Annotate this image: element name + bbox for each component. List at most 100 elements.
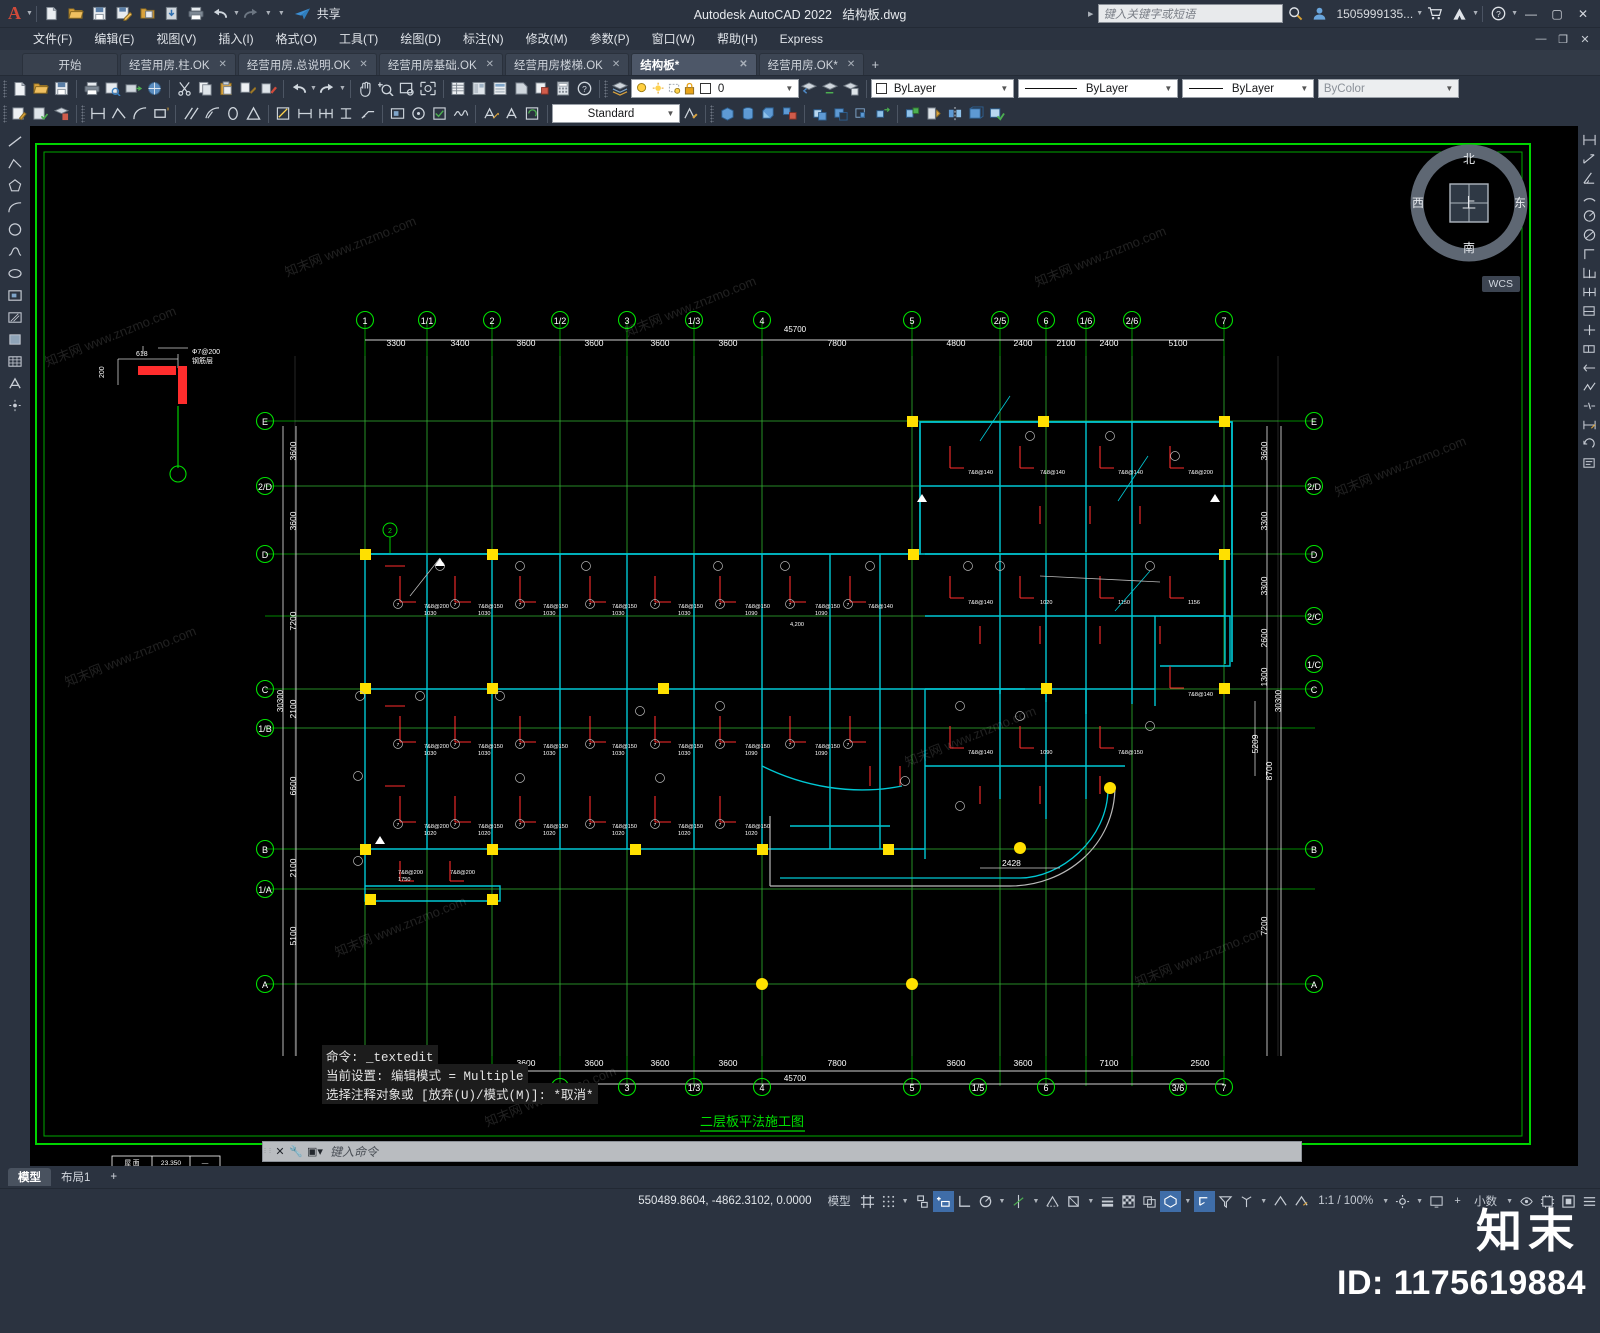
define-attribute-icon[interactable] [51, 103, 72, 124]
pan-icon[interactable] [355, 78, 376, 99]
file-tab-louti[interactable]: 经营用房楼梯.OK ✕ [505, 53, 630, 75]
osnap-caret-icon[interactable]: ▼ [1084, 1198, 1097, 1205]
layer-make-current-icon[interactable] [820, 78, 841, 99]
purge-icon[interactable] [258, 78, 279, 99]
3dprint-icon[interactable] [144, 78, 165, 99]
publish-icon[interactable] [123, 78, 144, 99]
minimize-button[interactable]: — [1518, 4, 1544, 24]
zoom-previous-icon[interactable] [397, 78, 418, 99]
line-rail-icon[interactable] [4, 130, 26, 152]
hatch-rail-icon[interactable] [4, 306, 26, 328]
draw-grip[interactable] [81, 104, 85, 123]
undo-caret-icon[interactable]: ▼ [233, 10, 240, 17]
help-icon[interactable]: ? [1486, 3, 1510, 25]
redo-icon[interactable] [240, 3, 264, 25]
close-icon[interactable]: ✕ [847, 59, 855, 70]
dim-radius-rail-icon[interactable] [1579, 206, 1599, 225]
menu-item-modify[interactable]: 修改(M) [515, 28, 579, 50]
redo-icon[interactable] [317, 78, 338, 99]
3dosnap-caret-icon[interactable]: ▼ [1181, 1198, 1194, 1205]
box-solid-icon[interactable] [716, 103, 737, 124]
cut-icon[interactable] [174, 78, 195, 99]
dim-override-rail-icon[interactable] [1579, 453, 1599, 472]
quick-dim-rail-icon[interactable] [1579, 301, 1599, 320]
customization-button[interactable] [1579, 1191, 1600, 1212]
close-icon[interactable]: ✕ [486, 59, 494, 70]
plot-preview-icon[interactable] [102, 78, 123, 99]
copy-icon[interactable] [195, 78, 216, 99]
textstyle-control-combo[interactable]: Standard ▼ [552, 104, 680, 123]
dim-linear-icon[interactable] [294, 103, 315, 124]
annotation-monitor-button[interactable] [1426, 1191, 1447, 1212]
union-icon[interactable] [809, 103, 830, 124]
isodraft-caret-icon[interactable]: ▼ [1029, 1198, 1042, 1205]
quickcalc-icon[interactable] [553, 78, 574, 99]
paste-icon[interactable] [216, 78, 237, 99]
doc-minimize-button[interactable]: — [1530, 30, 1552, 48]
chevron-down-icon[interactable]: ▼ [1298, 84, 1311, 93]
block-attribute-manager-icon[interactable] [30, 103, 51, 124]
toolbar-grip[interactable] [3, 79, 7, 98]
drawing-canvas-area[interactable]: 3300 3400 3600 3600 3600 3600 7800 4800 2400… [0, 126, 1600, 1166]
text-icon[interactable] [501, 103, 522, 124]
cart-icon[interactable] [1423, 3, 1447, 25]
matchprop-icon[interactable] [237, 78, 258, 99]
annotation-visibility-button[interactable] [1270, 1191, 1291, 1212]
table-rail-icon[interactable] [4, 350, 26, 372]
3dmirror-icon[interactable] [944, 103, 965, 124]
3d-object-snap-button[interactable] [1160, 1190, 1182, 1212]
designcenter-icon[interactable] [469, 78, 490, 99]
workspace-switch-button[interactable] [1392, 1191, 1413, 1212]
workspace-caret-icon[interactable]: ▼ [1413, 1198, 1426, 1205]
block-insert-rail-icon[interactable] [4, 284, 26, 306]
check-solid-icon[interactable] [986, 103, 1007, 124]
grid-mode-button[interactable] [857, 1191, 878, 1212]
plotstyle-control-combo[interactable]: ByColor ▼ [1317, 79, 1459, 98]
menu-item-express[interactable]: Express [769, 28, 834, 50]
cylinder-solid-icon[interactable] [737, 103, 758, 124]
update-text-icon[interactable] [522, 103, 543, 124]
mtext-rail-icon[interactable] [4, 372, 26, 394]
3drotate-icon[interactable] [902, 103, 923, 124]
center-mark-rail-icon[interactable] [1579, 320, 1599, 339]
menu-item-parametric[interactable]: 参数(P) [579, 28, 641, 50]
share-label[interactable]: 共享 [317, 5, 341, 22]
undo-caret-icon[interactable]: ▼ [310, 85, 317, 92]
polar-tracking-button[interactable] [975, 1191, 996, 1212]
layout-tab-layout1[interactable]: 布局1 [51, 1168, 100, 1186]
circle-rail-icon[interactable] [4, 218, 26, 240]
menu-item-edit[interactable]: 编辑(E) [83, 28, 145, 50]
region-icon[interactable] [429, 103, 450, 124]
redo-caret-icon[interactable]: ▼ [265, 10, 272, 17]
mtext-icon[interactable] [480, 103, 501, 124]
polyline-icon[interactable] [108, 103, 129, 124]
leader-icon[interactable] [357, 103, 378, 124]
close-icon[interactable]: ✕ [612, 59, 620, 70]
triangle-icon[interactable] [243, 103, 264, 124]
dim-aligned-rail-icon[interactable] [1579, 149, 1599, 168]
annotation-scale-value[interactable]: 1:1 / 100% [1312, 1191, 1379, 1212]
lineweight-display-button[interactable] [1097, 1191, 1118, 1212]
text-style-manager-icon[interactable] [680, 103, 701, 124]
toolpalettes-icon[interactable] [490, 78, 511, 99]
account-caret-icon[interactable]: ▼ [1416, 10, 1423, 17]
command-prompt-icon[interactable]: ▣▾ [304, 1145, 326, 1158]
chevron-down-icon[interactable]: ▼ [664, 109, 677, 118]
close-button[interactable]: ✕ [1570, 4, 1596, 24]
line-icon[interactable] [87, 103, 108, 124]
properties-palette-icon[interactable] [448, 78, 469, 99]
customize-icon[interactable]: 🔧 [288, 1145, 304, 1158]
search-icon[interactable] [1283, 3, 1307, 25]
account-name[interactable]: 1505999135... [1336, 7, 1413, 21]
undo-icon[interactable] [208, 3, 232, 25]
app-menu-caret-icon[interactable]: ▼ [26, 10, 33, 17]
save-icon[interactable] [88, 3, 112, 25]
arc-icon[interactable] [129, 103, 150, 124]
chevron-down-icon[interactable]: ▼ [1443, 84, 1456, 93]
toolbar-grip[interactable] [3, 104, 7, 123]
3dalign-icon[interactable] [923, 103, 944, 124]
menu-item-help[interactable]: 帮助(H) [706, 28, 769, 50]
edit-attributes-icon[interactable] [9, 103, 30, 124]
dim-continuous-icon[interactable] [315, 103, 336, 124]
maximize-button[interactable]: ▢ [1544, 4, 1570, 24]
